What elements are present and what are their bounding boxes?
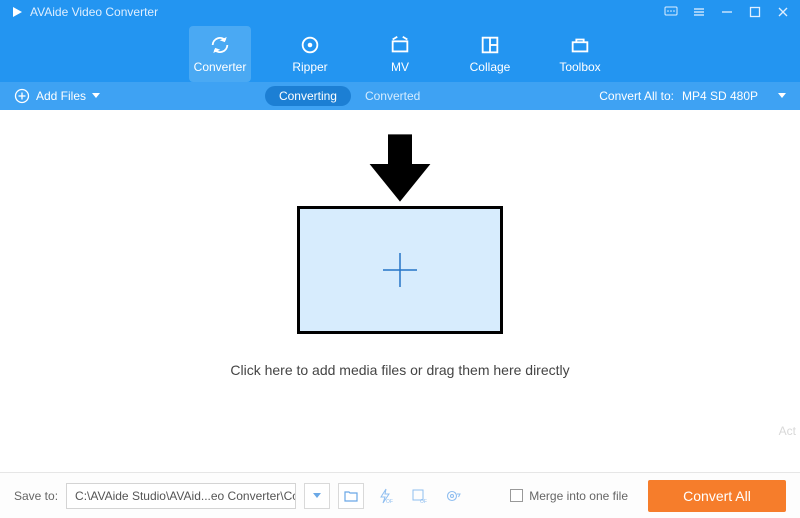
save-to-label: Save to: bbox=[14, 489, 58, 503]
checkbox-icon bbox=[510, 489, 523, 502]
chevron-down-icon bbox=[92, 92, 100, 100]
menu-icon[interactable] bbox=[692, 5, 706, 19]
gear-icon bbox=[445, 488, 461, 504]
tab-collage[interactable]: Collage bbox=[459, 26, 521, 82]
ripper-icon bbox=[299, 34, 321, 56]
window-controls bbox=[664, 5, 790, 19]
seg-converting[interactable]: Converting bbox=[265, 86, 351, 106]
feedback-icon[interactable] bbox=[664, 5, 678, 19]
footer-bar: Save to: C:\AVAide Studio\AVAid...eo Con… bbox=[0, 472, 800, 518]
toolbox-icon bbox=[569, 34, 591, 56]
drop-text: Click here to add media files or drag th… bbox=[230, 362, 569, 378]
seg-converted[interactable]: Converted bbox=[351, 86, 434, 106]
hw-accel-button[interactable]: OFF bbox=[372, 483, 398, 509]
plus-icon bbox=[377, 247, 423, 293]
high-speed-button[interactable]: OFF bbox=[406, 483, 432, 509]
tab-label: Toolbox bbox=[559, 60, 600, 74]
watermark-text: Act bbox=[779, 424, 796, 438]
main-area: Click here to add media files or drag th… bbox=[0, 110, 800, 472]
merge-checkbox[interactable]: Merge into one file bbox=[510, 489, 628, 503]
app-logo: AVAide Video Converter bbox=[10, 5, 664, 19]
open-folder-button[interactable] bbox=[338, 483, 364, 509]
folder-icon bbox=[344, 489, 358, 503]
tab-toolbox[interactable]: Toolbox bbox=[549, 26, 611, 82]
path-dropdown-button[interactable] bbox=[304, 483, 330, 509]
speed-icon: OFF bbox=[411, 488, 427, 504]
drop-zone[interactable] bbox=[297, 206, 503, 334]
collage-icon bbox=[479, 34, 501, 56]
output-format-value: MP4 SD 480P bbox=[682, 89, 758, 103]
mv-icon bbox=[389, 34, 411, 56]
output-path[interactable]: C:\AVAide Studio\AVAid...eo Converter\Co… bbox=[66, 483, 296, 509]
chevron-down-icon bbox=[778, 92, 786, 100]
svg-text:OFF: OFF bbox=[420, 499, 427, 504]
tab-ripper[interactable]: Ripper bbox=[279, 26, 341, 82]
tab-label: Converter bbox=[194, 60, 247, 74]
arrow-down-icon bbox=[360, 128, 440, 208]
maximize-icon[interactable] bbox=[748, 5, 762, 19]
chevron-down-icon bbox=[313, 492, 321, 500]
status-segment: Converting Converted bbox=[265, 86, 434, 106]
converter-icon bbox=[209, 34, 231, 56]
main-tabs: Converter Ripper MV Collage Toolbox bbox=[0, 24, 800, 82]
convert-all-button[interactable]: Convert All bbox=[648, 480, 786, 512]
settings-button[interactable] bbox=[440, 483, 466, 509]
tab-label: Collage bbox=[470, 60, 511, 74]
add-files-label: Add Files bbox=[36, 89, 86, 103]
convert-all-to: Convert All to: MP4 SD 480P bbox=[599, 89, 786, 103]
minimize-icon[interactable] bbox=[720, 5, 734, 19]
svg-text:OFF: OFF bbox=[386, 499, 393, 504]
tab-label: MV bbox=[391, 60, 409, 74]
tab-mv[interactable]: MV bbox=[369, 26, 431, 82]
app-logo-icon bbox=[10, 5, 24, 19]
tab-label: Ripper bbox=[292, 60, 327, 74]
plus-circle-icon bbox=[14, 88, 30, 104]
output-format-select[interactable]: MP4 SD 480P bbox=[682, 89, 786, 103]
add-files-button[interactable]: Add Files bbox=[14, 88, 100, 104]
tab-converter[interactable]: Converter bbox=[189, 26, 251, 82]
sub-toolbar: Add Files Converting Converted Convert A… bbox=[0, 82, 800, 110]
merge-label: Merge into one file bbox=[529, 489, 628, 503]
close-icon[interactable] bbox=[776, 5, 790, 19]
app-title: AVAide Video Converter bbox=[30, 5, 158, 19]
titlebar: AVAide Video Converter bbox=[0, 0, 800, 24]
convert-all-to-label: Convert All to: bbox=[599, 89, 674, 103]
lightning-icon: OFF bbox=[377, 488, 393, 504]
